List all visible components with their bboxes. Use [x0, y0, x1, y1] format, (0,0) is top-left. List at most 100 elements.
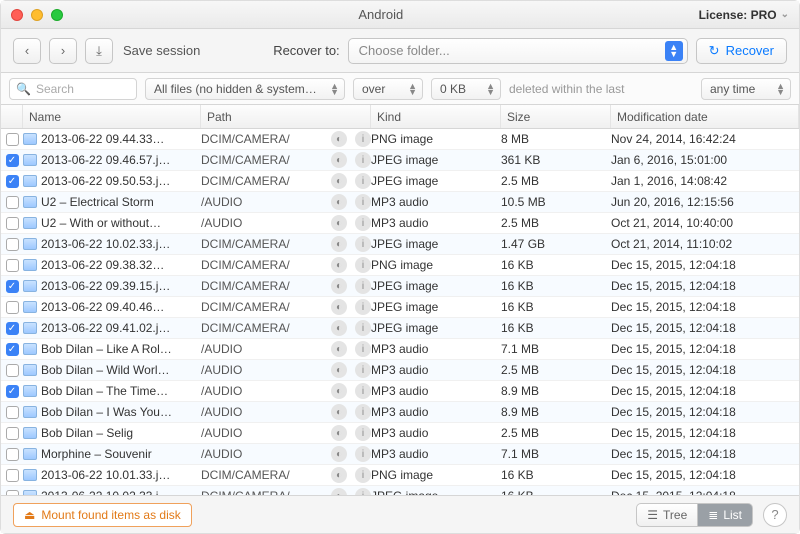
table-row[interactable]: 2013-06-22 10.01.33.j…DCIM/CAMERA/◐iPNG … — [1, 465, 799, 486]
info-icon[interactable]: i — [355, 194, 371, 210]
info-icon[interactable]: i — [355, 215, 371, 231]
time-filter[interactable]: any time ▲▼ — [701, 78, 791, 100]
file-date: Oct 21, 2014, 11:10:02 — [611, 237, 799, 251]
help-button[interactable]: ? — [763, 503, 787, 527]
recover-button[interactable]: ↻ Recover — [696, 38, 787, 64]
table-row[interactable]: 2013-06-22 09.40.46…DCIM/CAMERA/◐iJPEG i… — [1, 297, 799, 318]
table-row[interactable]: ✓2013-06-22 09.46.57.j…DCIM/CAMERA/◐iJPE… — [1, 150, 799, 171]
preview-icon[interactable]: ◐ — [331, 215, 347, 231]
table-row[interactable]: U2 – With or without…/AUDIO◐iMP3 audio2.… — [1, 213, 799, 234]
info-icon[interactable]: i — [355, 446, 371, 462]
kind-column[interactable]: Kind — [371, 105, 501, 128]
info-icon[interactable]: i — [355, 131, 371, 147]
file-path: DCIM/CAMERA/ — [201, 468, 331, 482]
preview-icon[interactable]: ◐ — [331, 320, 347, 336]
file-icon — [23, 280, 37, 292]
preview-icon[interactable]: ◐ — [331, 404, 347, 420]
list-view-button[interactable]: ≣ List — [698, 503, 753, 527]
row-checkbox[interactable] — [1, 259, 23, 272]
info-icon[interactable]: i — [355, 173, 371, 189]
table-row[interactable]: Bob Dilan – I Was You…/AUDIO◐iMP3 audio8… — [1, 402, 799, 423]
table-row[interactable]: ✓2013-06-22 09.41.02.j…DCIM/CAMERA/◐iJPE… — [1, 318, 799, 339]
info-icon[interactable]: i — [355, 257, 371, 273]
preview-icon[interactable]: ◐ — [331, 278, 347, 294]
close-window-button[interactable] — [11, 9, 23, 21]
save-session-button[interactable]: ⤓ — [85, 38, 113, 64]
window-title: Android — [63, 7, 699, 22]
info-icon[interactable]: i — [355, 404, 371, 420]
info-icon[interactable]: i — [355, 152, 371, 168]
preview-icon[interactable]: ◐ — [331, 173, 347, 189]
info-icon[interactable]: i — [355, 299, 371, 315]
table-row[interactable]: ✓2013-06-22 09.39.15.j…DCIM/CAMERA/◐iJPE… — [1, 276, 799, 297]
path-column[interactable]: Path — [201, 105, 371, 128]
preview-icon[interactable]: ◐ — [331, 299, 347, 315]
search-input[interactable]: 🔍 Search — [9, 78, 137, 100]
preview-icon[interactable]: ◐ — [331, 362, 347, 378]
license-menu[interactable]: License: PRO ⌄ — [699, 8, 789, 22]
file-date: Dec 15, 2015, 12:04:18 — [611, 300, 799, 314]
back-button[interactable]: ‹ — [13, 38, 41, 64]
preview-icon[interactable]: ◐ — [331, 341, 347, 357]
row-checkbox[interactable] — [1, 133, 23, 146]
zoom-window-button[interactable] — [51, 9, 63, 21]
row-checkbox[interactable] — [1, 238, 23, 251]
row-checkbox[interactable] — [1, 448, 23, 461]
info-icon[interactable]: i — [355, 278, 371, 294]
info-icon[interactable]: i — [355, 383, 371, 399]
mount-as-disk-button[interactable]: ⏏ Mount found items as disk — [13, 503, 192, 527]
size-column[interactable]: Size — [501, 105, 611, 128]
size-operator-filter[interactable]: over ▲▼ — [353, 78, 423, 100]
preview-icon[interactable]: ◐ — [331, 446, 347, 462]
file-name: 2013-06-22 10.01.33.j… — [23, 468, 201, 482]
file-type-filter[interactable]: All files (no hidden & system… ▲▼ — [145, 78, 345, 100]
table-row[interactable]: 2013-06-22 09.44.33…DCIM/CAMERA/◐iPNG im… — [1, 129, 799, 150]
table-row[interactable]: Bob Dilan – Wild Worl…/AUDIO◐iMP3 audio2… — [1, 360, 799, 381]
info-icon[interactable]: i — [355, 236, 371, 252]
row-checkbox[interactable] — [1, 364, 23, 377]
preview-icon[interactable]: ◐ — [331, 467, 347, 483]
info-icon[interactable]: i — [355, 320, 371, 336]
row-checkbox[interactable]: ✓ — [1, 154, 23, 167]
table-row[interactable]: ✓Bob Dilan – The Time…/AUDIO◐iMP3 audio8… — [1, 381, 799, 402]
row-checkbox[interactable]: ✓ — [1, 322, 23, 335]
preview-icon[interactable]: ◐ — [331, 131, 347, 147]
row-checkbox[interactable] — [1, 217, 23, 230]
row-checkbox[interactable]: ✓ — [1, 385, 23, 398]
name-column[interactable]: Name — [23, 105, 201, 128]
row-checkbox[interactable] — [1, 301, 23, 314]
preview-icon[interactable]: ◐ — [331, 257, 347, 273]
date-column[interactable]: Modification date — [611, 105, 799, 128]
preview-icon[interactable]: ◐ — [331, 194, 347, 210]
forward-button[interactable]: › — [49, 38, 77, 64]
info-icon[interactable]: i — [355, 362, 371, 378]
info-icon[interactable]: i — [355, 341, 371, 357]
preview-icon[interactable]: ◐ — [331, 152, 347, 168]
tree-view-button[interactable]: ☰ Tree — [636, 503, 698, 527]
table-row[interactable]: ✓Bob Dilan – Like A Rol…/AUDIO◐iMP3 audi… — [1, 339, 799, 360]
info-icon[interactable]: i — [355, 467, 371, 483]
recover-folder-select[interactable]: Choose folder... ▲▼ — [348, 38, 688, 64]
row-checkbox[interactable] — [1, 196, 23, 209]
table-row[interactable]: 2013-06-22 10.02.33.j…DCIM/CAMERA/◐iJPEG… — [1, 234, 799, 255]
info-icon[interactable]: i — [355, 425, 371, 441]
row-checkbox[interactable] — [1, 469, 23, 482]
row-actions: ◐i — [331, 278, 371, 294]
preview-icon[interactable]: ◐ — [331, 383, 347, 399]
checkbox-column[interactable] — [1, 105, 23, 128]
minimize-window-button[interactable] — [31, 9, 43, 21]
preview-icon[interactable]: ◐ — [331, 425, 347, 441]
file-path: /AUDIO — [201, 342, 331, 356]
row-checkbox[interactable]: ✓ — [1, 280, 23, 293]
size-value-filter[interactable]: 0 KB ▲▼ — [431, 78, 501, 100]
table-row[interactable]: 2013-06-22 09.38.32…DCIM/CAMERA/◐iPNG im… — [1, 255, 799, 276]
table-row[interactable]: Bob Dilan – Selig/AUDIO◐iMP3 audio2.5 MB… — [1, 423, 799, 444]
row-checkbox[interactable]: ✓ — [1, 175, 23, 188]
row-checkbox[interactable]: ✓ — [1, 343, 23, 356]
table-row[interactable]: ✓2013-06-22 09.50.53.j…DCIM/CAMERA/◐iJPE… — [1, 171, 799, 192]
table-row[interactable]: U2 – Electrical Storm/AUDIO◐iMP3 audio10… — [1, 192, 799, 213]
preview-icon[interactable]: ◐ — [331, 236, 347, 252]
row-checkbox[interactable] — [1, 406, 23, 419]
row-checkbox[interactable] — [1, 427, 23, 440]
table-row[interactable]: Morphine – Souvenir/AUDIO◐iMP3 audio7.1 … — [1, 444, 799, 465]
